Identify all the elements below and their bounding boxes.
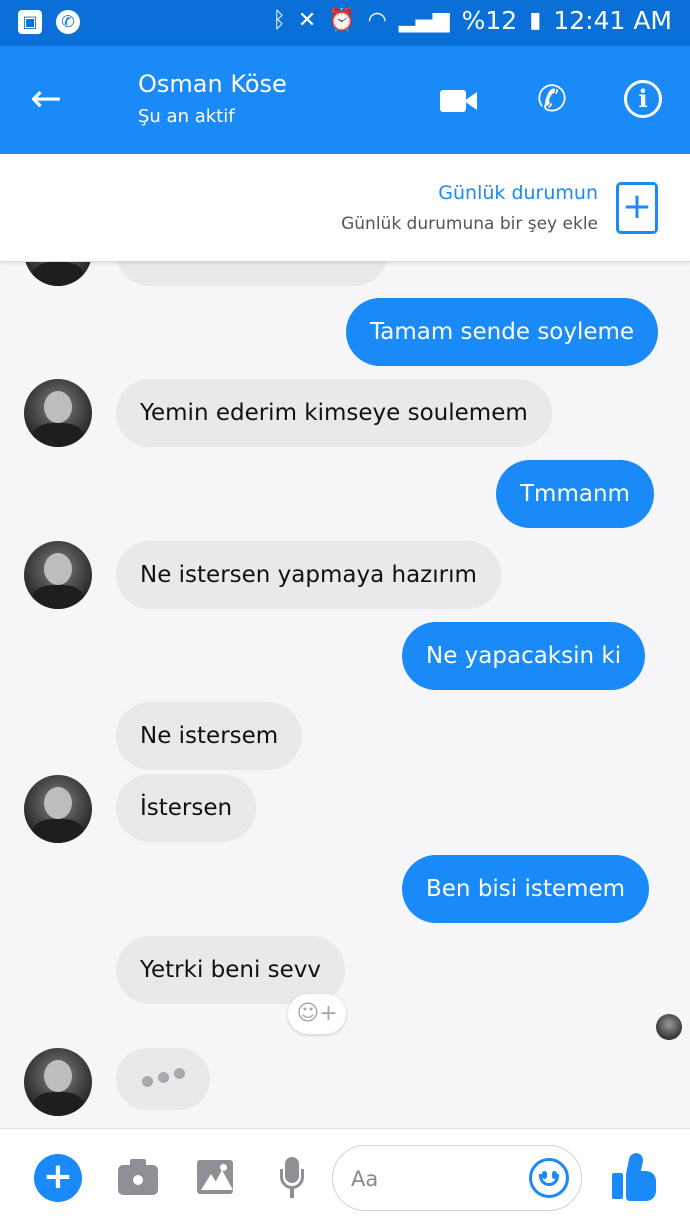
story-subtitle: Günlük durumuna bir şey ekle <box>341 214 598 234</box>
thumbs-up-icon <box>612 1173 623 1199</box>
message-bubble-outgoing[interactable]: Tamam sende soyleme <box>346 298 659 366</box>
more-options-button[interactable]: + <box>34 1154 82 1202</box>
battery-icon: ▮ <box>529 8 542 33</box>
message-input-wrapper <box>332 1145 582 1211</box>
message-input[interactable] <box>351 1162 511 1196</box>
phone-call-button[interactable]: ✆ <box>530 78 574 122</box>
status-bar: ▣ ✆ ᛒ ✕ ⏰ ◠ ▂▄▆ %12 ▮ 12:41 AM <box>0 0 690 46</box>
message-bubble-incoming[interactable]: Ne istersem <box>116 702 303 770</box>
conversation-header: ← Osman Köse Şu an aktif ✆ i <box>0 46 690 154</box>
contact-status: Şu an aktif <box>138 106 235 127</box>
phone-icon: ✆ <box>536 79 568 120</box>
video-call-icon <box>440 90 466 112</box>
wifi-icon: ◠ <box>367 8 387 33</box>
contact-avatar[interactable] <box>24 775 92 843</box>
whatsapp-icon: ✆ <box>56 10 80 34</box>
status-indicators: ᛒ ✕ ⏰ ◠ ▂▄▆ %12 ▮ 12:41 AM <box>273 6 672 35</box>
message-bubble-outgoing[interactable]: Ne yapacaksin ki <box>402 622 646 690</box>
gallery-icon: ▣ <box>18 10 42 34</box>
info-icon: i <box>638 84 648 113</box>
message-bubble-incoming[interactable]: İstersen <box>116 774 257 842</box>
info-button[interactable]: i <box>624 80 662 118</box>
typing-dot <box>142 1076 153 1087</box>
camera-button[interactable] <box>118 1159 158 1195</box>
gallery-button[interactable] <box>197 1160 233 1194</box>
emoji-button[interactable] <box>529 1158 569 1198</box>
plus-square-icon: + <box>621 186 653 227</box>
bluetooth-icon: ᛒ <box>272 8 286 33</box>
alarm-icon: ⏰ <box>328 8 356 33</box>
message-composer: + <box>0 1128 690 1227</box>
seen-indicator-avatar <box>656 1014 682 1040</box>
contact-avatar[interactable] <box>24 541 92 609</box>
typing-dot <box>174 1068 185 1079</box>
message-bubble-outgoing[interactable]: Tmmanm <box>496 460 654 528</box>
typing-dot <box>158 1072 169 1083</box>
typing-indicator <box>116 1048 210 1110</box>
plus-icon: + <box>42 1156 74 1197</box>
contact-avatar[interactable] <box>24 379 92 447</box>
message-bubble-incoming[interactable]: Ne istersen yapmaya hazırım <box>116 541 501 609</box>
add-reaction-button[interactable]: ☺+ <box>288 994 346 1034</box>
back-button[interactable]: ← <box>22 76 70 124</box>
contact-avatar[interactable] <box>24 262 92 286</box>
add-story-button[interactable]: + <box>616 182 658 234</box>
message-bubble-incoming[interactable] <box>116 262 388 286</box>
arrow-left-icon: ← <box>30 76 62 120</box>
contact-name[interactable]: Osman Köse <box>138 70 287 98</box>
like-button[interactable] <box>612 1151 658 1201</box>
status-notifications: ▣ ✆ <box>18 10 80 34</box>
mute-icon: ✕ <box>297 8 317 33</box>
story-prompt[interactable]: Günlük durumun Günlük durumuna bir şey e… <box>0 154 690 262</box>
contact-avatar[interactable] <box>24 1048 92 1116</box>
story-title[interactable]: Günlük durumun <box>438 182 598 204</box>
message-thread[interactable]: Tamam sende soyleme Yemin ederim kimseye… <box>0 262 690 1128</box>
video-call-button[interactable] <box>440 84 480 116</box>
message-bubble-incoming[interactable]: Yemin ederim kimseye soulemem <box>116 379 552 447</box>
voice-message-button[interactable] <box>278 1157 306 1199</box>
clock: 12:41 AM <box>553 6 672 35</box>
emoji-plus-icon: ☺+ <box>296 1001 338 1026</box>
message-bubble-outgoing[interactable]: Ben bisi istemem <box>402 855 649 923</box>
signal-icon: ▂▄▆ <box>398 8 450 33</box>
battery-percentage: %12 <box>461 6 518 35</box>
